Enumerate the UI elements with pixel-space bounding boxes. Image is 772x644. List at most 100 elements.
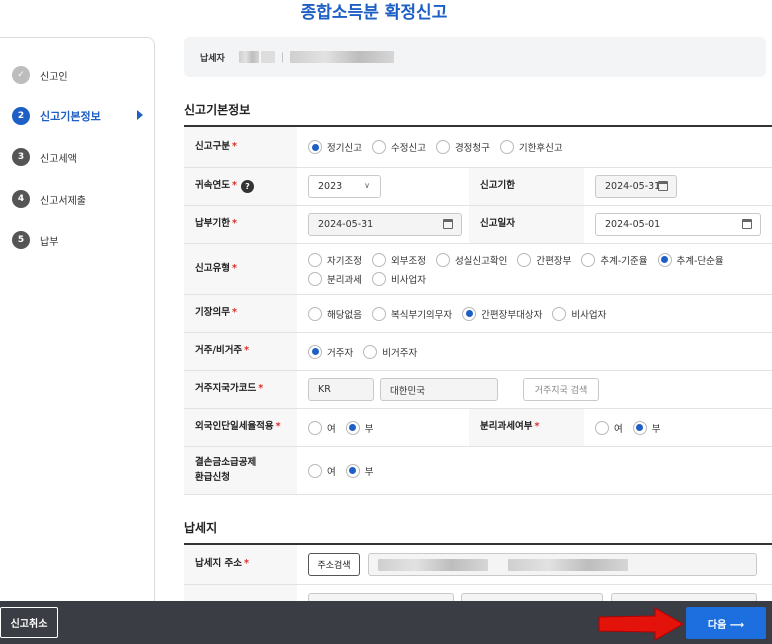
step-label: 납부: [40, 236, 59, 248]
step-label: 신고인: [40, 71, 68, 83]
radio-no[interactable]: 부: [345, 420, 374, 435]
divider: |: [280, 51, 285, 63]
radio-separate-tax[interactable]: 분리과세: [308, 271, 362, 286]
step-label: 신고기본정보: [40, 110, 101, 123]
radio-regular[interactable]: 정기신고: [308, 140, 362, 154]
flat-rate-radios: 여 부: [308, 409, 384, 446]
loss-carryback-label: 결손금소급공제 환급신청: [184, 447, 297, 494]
radio-non-business-2[interactable]: 비사업자: [552, 306, 606, 321]
payment-deadline-label: 납부기한 *: [184, 206, 297, 243]
taxpayer-label: 납세자: [200, 53, 225, 64]
step-number: 2: [12, 107, 30, 125]
residency-label: 거주/비거주 *: [184, 333, 297, 370]
row-tax-year: 귀속연도 *? 2023 ∨ 신고기한 2024-05-31: [184, 168, 772, 206]
row-deadlines: 납부기한 * 2024-05-31 신고일자 2024-05-01: [184, 206, 772, 244]
radio-yes[interactable]: 여: [595, 420, 623, 435]
step-4[interactable]: 4 신고서제출: [10, 190, 86, 208]
radio-no[interactable]: 부: [632, 420, 661, 435]
chevron-down-icon: ∨: [364, 181, 370, 190]
payment-deadline-field[interactable]: 2024-05-31: [308, 213, 462, 236]
step-3[interactable]: 3 신고세액: [10, 148, 77, 166]
calendar-icon: [742, 219, 752, 229]
radio-correction[interactable]: 경정청구: [435, 140, 490, 154]
redacted-name: [238, 51, 259, 63]
radio-simple-book-target[interactable]: 간편장부대상자: [462, 306, 542, 321]
page-title: 종합소득분 확정신고: [300, 3, 448, 23]
current-step-arrow-icon: [137, 110, 143, 120]
filing-date-field[interactable]: 2024-05-01: [595, 213, 761, 236]
loss-carryback-radios: 여 부: [308, 447, 384, 494]
radio-estimate-simple[interactable]: 추계-단순율: [657, 252, 724, 267]
bookkeeping-label: 기장의무 *: [184, 295, 297, 332]
section-title-tax-place: 납세지: [184, 521, 218, 535]
bookkeeping-radios: 해당없음 복식부기의무자 간편장부대상자 비사업자: [308, 295, 616, 332]
step-5[interactable]: 5 납부: [10, 231, 58, 249]
basic-info-form: 신고구분 * 정기신고 수정신고 경정청구 기한후신고 귀속연도 *? 2023 ∨ …: [184, 125, 772, 495]
redacted-address: [508, 558, 628, 571]
radio-none[interactable]: 해당없음: [308, 306, 362, 321]
step-label: 신고세액: [40, 153, 77, 165]
row-report-type: 신고유형 * 자기조정 외부조정 성실신고확인 간편장부 추계-기준율 추계-단순…: [184, 244, 772, 295]
report-type-label: 신고유형 *: [184, 244, 297, 294]
report-type-radios: 자기조정 외부조정 성실신고확인 간편장부 추계-기준율 추계-단순율 분리과세…: [308, 244, 768, 294]
radio-no[interactable]: 부: [345, 463, 374, 478]
step-number: 4: [12, 190, 30, 208]
radio-amended[interactable]: 수정신고: [371, 140, 426, 154]
radio-external-adjust[interactable]: 외부조정: [371, 252, 426, 267]
step-number: 3: [12, 148, 30, 166]
tax-year-label: 귀속연도 *?: [184, 168, 297, 205]
radio-non-business[interactable]: 비사업자: [371, 271, 426, 286]
filing-type-radios: 정기신고 수정신고 경정청구 기한후신고: [308, 127, 573, 167]
redacted-address: [378, 558, 488, 571]
radio-self-adjust[interactable]: 자기조정: [308, 252, 362, 267]
radio-yes[interactable]: 여: [308, 463, 336, 478]
radio-late[interactable]: 기한후신고: [499, 140, 563, 154]
radio-faithful-confirm[interactable]: 성실신고확인: [435, 252, 507, 267]
step-label: 신고서제출: [40, 195, 86, 207]
flat-rate-label: 외국인단일세율적용 *: [184, 409, 297, 446]
filing-type-label: 신고구분 *: [184, 127, 297, 167]
row-loss-carryback: 결손금소급공제 환급신청 여 부: [184, 447, 772, 495]
address-field[interactable]: [368, 553, 757, 576]
taxpayer-box: 납세자 |: [184, 37, 766, 77]
check-icon: ✓: [12, 66, 30, 84]
tax-place-form: 납세지 주소 * 주소검색: [184, 543, 772, 616]
tax-year-select[interactable]: 2023 ∨: [308, 175, 381, 198]
separate-tax-radios: 여 부: [595, 409, 671, 446]
separate-tax-label: 분리과세여부 *: [469, 409, 584, 446]
row-residency: 거주/비거주 * 거주자 비거주자: [184, 333, 772, 371]
country-label: 거주지국가코드 *: [184, 371, 297, 408]
radio-simple-book[interactable]: 간편장부: [517, 252, 571, 267]
row-country: 거주지국가코드 * KR 대한민국 거주지국 검색: [184, 371, 772, 409]
address-search-button[interactable]: 주소검색: [308, 553, 360, 576]
page: 종합소득분 확정신고 ✓ 신고인 2 신고기본정보 3 신고세액 4 신고서제출…: [0, 0, 772, 644]
radio-resident[interactable]: 거주자: [308, 344, 353, 359]
redacted-id: [290, 51, 395, 63]
country-search-button[interactable]: 거주지국 검색: [523, 378, 599, 401]
radio-non-resident[interactable]: 비거주자: [363, 344, 417, 359]
step-1[interactable]: ✓ 신고인: [10, 66, 68, 84]
radio-estimate-standard[interactable]: 추계-기준율: [581, 252, 648, 267]
country-name-field[interactable]: 대한민국: [380, 378, 498, 401]
help-icon[interactable]: ?: [240, 180, 254, 193]
row-bookkeeping: 기장의무 * 해당없음 복식부기의무자 간편장부대상자 비사업자: [184, 295, 772, 333]
filing-date-label: 신고일자: [469, 206, 584, 243]
country-code-field[interactable]: KR: [308, 378, 374, 401]
red-arrow-annotation-icon: [598, 607, 685, 641]
radio-double-entry[interactable]: 복식부기의무자: [371, 306, 452, 321]
calendar-icon: [658, 181, 668, 191]
filing-deadline-field[interactable]: 2024-05-31: [595, 175, 677, 198]
row-flat-rate: 외국인단일세율적용 * 여 부 분리과세여부 * 여 부: [184, 409, 772, 447]
calendar-icon: [443, 219, 453, 229]
step-number: 5: [12, 231, 30, 249]
step-2[interactable]: 2 신고기본정보: [10, 107, 143, 125]
radio-yes[interactable]: 여: [308, 420, 336, 435]
redacted-name: [260, 51, 275, 63]
next-button[interactable]: 다음 ⟶: [686, 607, 766, 639]
step-sidebar: [0, 37, 155, 637]
row-address: 납세지 주소 * 주소검색: [184, 545, 772, 585]
row-filing-type: 신고구분 * 정기신고 수정신고 경정청구 기한후신고: [184, 127, 772, 168]
address-label: 납세지 주소 *: [184, 545, 297, 584]
residency-radios: 거주자 비거주자: [308, 333, 427, 370]
cancel-filing-button[interactable]: 신고취소: [0, 607, 58, 638]
